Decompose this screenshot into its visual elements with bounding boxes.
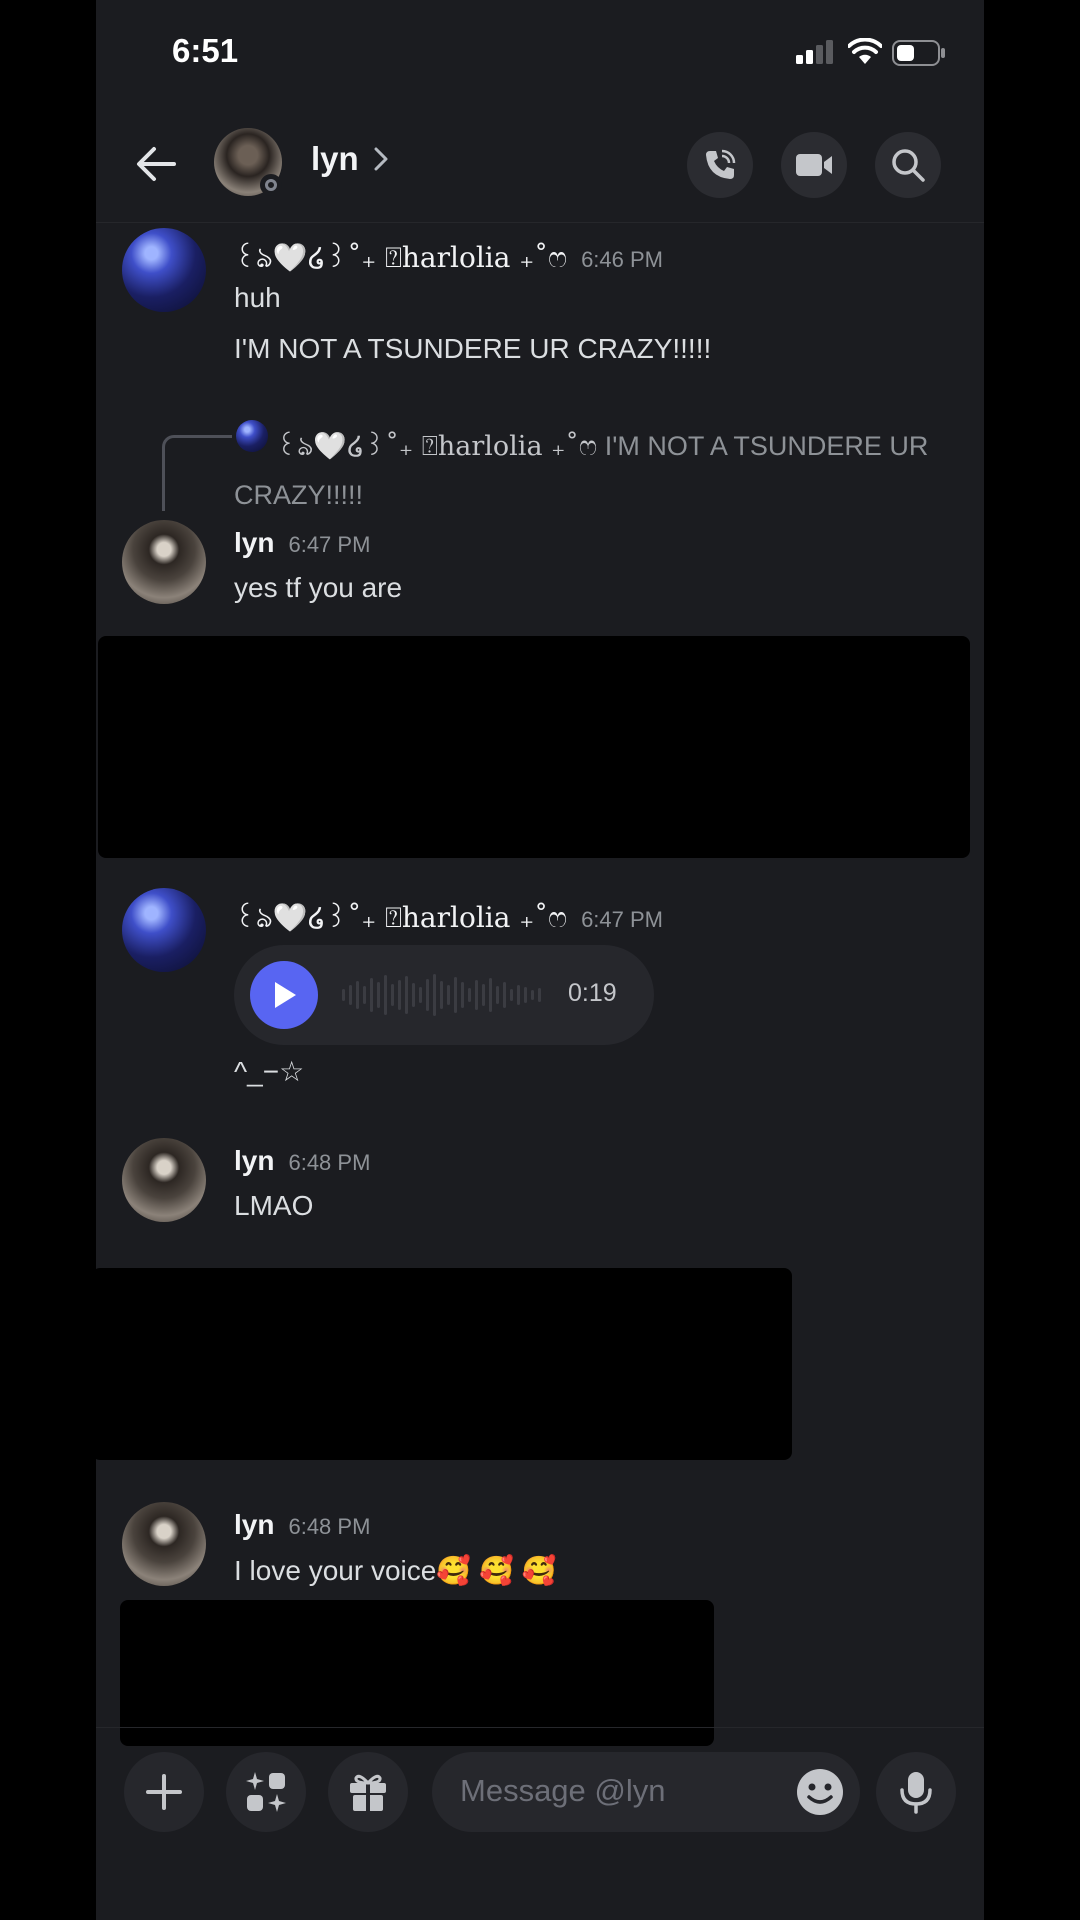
message-timestamp: 6:46 PM <box>581 247 663 272</box>
redacted-block <box>98 636 970 858</box>
reply-preview[interactable]: ꒰ঌ🤍໒꒱˚₊ ⍰harlolia ₊˚ෆ I'M NOT A TSUNDERE… <box>234 422 954 520</box>
status-bar: 6:51 <box>96 0 984 110</box>
message-text: yes tf you are <box>234 572 403 603</box>
message-text: I'M NOT A TSUNDERE UR CRAZY!!!!! <box>234 333 712 364</box>
redacted-block <box>96 1268 792 1460</box>
message-timestamp: 6:47 PM <box>288 532 371 557</box>
apps-icon <box>246 1772 286 1812</box>
search-icon <box>892 149 925 182</box>
voice-duration: 0:19 <box>568 979 617 1007</box>
signal-icon <box>796 40 833 64</box>
gift-icon <box>350 1774 386 1811</box>
play-button[interactable] <box>250 961 318 1029</box>
message-composer: Message @lyn <box>96 1727 984 1838</box>
gift-button[interactable] <box>328 1752 408 1832</box>
screen: 6:51 lyn ꒰ঌ🤍໒꒱˚₊ ⍰harlolia ₊˚ෆ 6:46 PM h… <box>96 0 984 1920</box>
microphone-icon <box>900 1772 932 1814</box>
wifi-icon <box>848 38 882 64</box>
offline-status-icon <box>260 174 282 196</box>
voice-message[interactable]: 0:19 <box>234 945 654 1045</box>
message-author[interactable]: lyn 6:47 PM <box>234 527 370 559</box>
play-icon <box>275 982 296 1008</box>
message-timestamp: 6:48 PM <box>288 1514 371 1539</box>
message-text: LMAO <box>234 1190 314 1221</box>
message-text: huh <box>234 282 281 313</box>
message-author[interactable]: lyn 6:48 PM <box>234 1145 370 1177</box>
dm-header: lyn <box>96 110 984 223</box>
video-call-button[interactable] <box>781 132 847 198</box>
message-author[interactable]: ꒰ঌ🤍໒꒱˚₊ ⍰harlolia ₊˚ෆ 6:47 PM <box>234 896 663 943</box>
avatar[interactable] <box>122 228 206 312</box>
apps-button[interactable] <box>226 1752 306 1832</box>
status-time: 6:51 <box>172 32 239 69</box>
message-text: I love your voice🥰 🥰 🥰 <box>234 1555 557 1586</box>
dm-user-name[interactable]: lyn <box>311 140 359 178</box>
battery-icon <box>892 40 945 66</box>
plus-icon <box>146 1774 182 1810</box>
avatar[interactable] <box>122 1502 206 1586</box>
message-author[interactable]: lyn 6:48 PM <box>234 1509 370 1541</box>
waveform[interactable] <box>342 971 542 1019</box>
avatar[interactable] <box>122 1138 206 1222</box>
redacted-block <box>120 1600 714 1746</box>
message-placeholder: Message @lyn <box>460 1773 666 1808</box>
message-input[interactable]: Message @lyn <box>432 1752 860 1832</box>
search-button[interactable] <box>875 132 941 198</box>
chevron-right-icon[interactable] <box>372 146 390 172</box>
message-timestamp: 6:48 PM <box>288 1150 371 1175</box>
avatar[interactable] <box>122 888 206 972</box>
message-text: ^_−☆ <box>234 1056 305 1087</box>
phone-icon <box>706 149 736 179</box>
emoji-icon[interactable] <box>794 1766 846 1818</box>
reply-author: ꒰ঌ🤍໒꒱˚₊ ⍰harlolia ₊˚ෆ <box>276 431 598 462</box>
add-attachment-button[interactable] <box>124 1752 204 1832</box>
back-arrow-icon[interactable] <box>134 142 178 186</box>
voice-call-button[interactable] <box>687 132 753 198</box>
reply-connector <box>162 435 232 511</box>
avatar[interactable] <box>122 520 206 604</box>
message-timestamp: 6:47 PM <box>581 907 663 932</box>
message-author[interactable]: ꒰ঌ🤍໒꒱˚₊ ⍰harlolia ₊˚ෆ 6:46 PM <box>234 236 663 283</box>
voice-record-button[interactable] <box>876 1752 956 1832</box>
video-camera-icon <box>796 154 832 176</box>
